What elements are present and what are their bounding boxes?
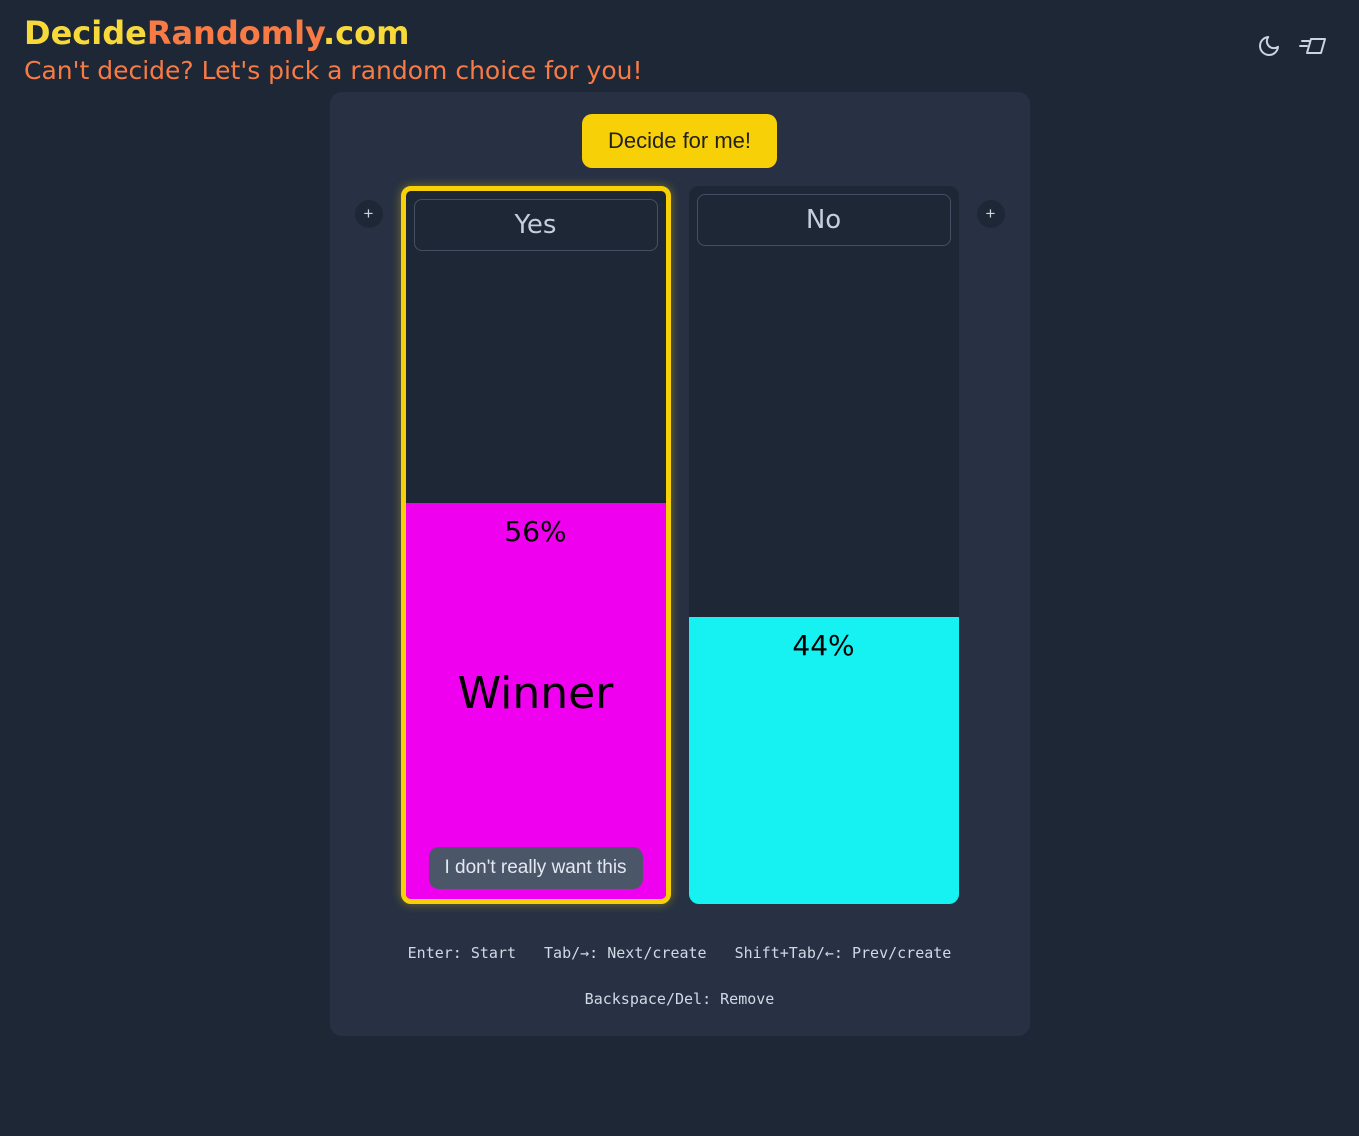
brand: DecideRandomly.com Can't decide? Let's p… bbox=[24, 14, 643, 86]
brand-part-2: Randomly bbox=[147, 14, 323, 52]
choice-input-yes[interactable]: Yes bbox=[414, 199, 658, 251]
keyboard-hints: Enter: Start Tab/→: Next/create Shift+Ta… bbox=[330, 944, 1030, 1008]
reject-button[interactable]: I don't really want this bbox=[428, 847, 642, 889]
fill-no: 44% bbox=[689, 617, 959, 904]
speed-toggle-button[interactable] bbox=[1299, 32, 1327, 60]
add-right-button[interactable]: + bbox=[977, 200, 1005, 228]
hint-backspace: Backspace/Del: Remove bbox=[585, 990, 775, 1008]
header-icons bbox=[1255, 14, 1335, 60]
choice-card-yes[interactable]: Yes 56% Winner I don't really want this bbox=[401, 186, 671, 904]
brand-part-1: Decide bbox=[24, 14, 147, 52]
hint-enter: Enter: Start bbox=[408, 944, 516, 962]
winner-label: Winner bbox=[458, 668, 614, 719]
stage: Decide for me! + Yes 56% Winner I don't … bbox=[330, 92, 1030, 1036]
brand-title[interactable]: DecideRandomly.com bbox=[24, 14, 643, 52]
hint-shift-tab: Shift+Tab/←: Prev/create bbox=[735, 944, 952, 962]
decide-button[interactable]: Decide for me! bbox=[582, 114, 777, 168]
header: DecideRandomly.com Can't decide? Let's p… bbox=[0, 0, 1359, 86]
fill-yes: 56% Winner I don't really want this bbox=[406, 503, 666, 899]
add-left-button[interactable]: + bbox=[355, 200, 383, 228]
choice-card-no[interactable]: No 44% bbox=[689, 186, 959, 904]
choice-input-no[interactable]: No bbox=[697, 194, 951, 246]
brand-subtitle: Can't decide? Let's pick a random choice… bbox=[24, 56, 643, 86]
percent-no: 44% bbox=[792, 629, 854, 662]
hint-tab: Tab/→: Next/create bbox=[544, 944, 707, 962]
brand-part-3: .com bbox=[323, 14, 409, 52]
speed-icon bbox=[1299, 34, 1327, 58]
moon-icon bbox=[1257, 34, 1281, 58]
columns: + Yes 56% Winner I don't really want thi… bbox=[355, 186, 1005, 904]
theme-toggle-button[interactable] bbox=[1255, 32, 1283, 60]
percent-yes: 56% bbox=[504, 515, 566, 548]
